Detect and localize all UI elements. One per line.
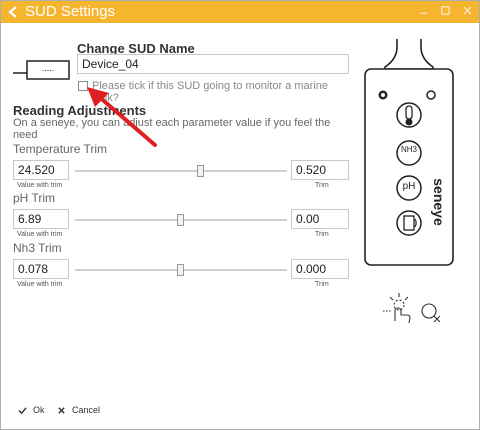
touch-reset-icon — [379, 291, 443, 325]
temperature-value-caption: Value with trim — [17, 182, 63, 189]
seneye-device-illustration: NH3 pH seneye — [363, 37, 455, 267]
temperature-trim-caption: Trim — [315, 182, 329, 189]
minimize-icon[interactable] — [417, 4, 429, 16]
ok-button[interactable]: Ok — [18, 405, 45, 415]
nh3-trim-caption: Trim — [315, 281, 329, 288]
nh3-value-caption: Value with trim — [17, 281, 63, 288]
nh3-slider-thumb[interactable] — [177, 264, 184, 276]
ph-value-caption: Value with trim — [17, 231, 63, 238]
window-controls — [417, 4, 473, 16]
ph-trim-label: pH Trim — [13, 191, 55, 205]
checkmark-icon — [18, 406, 27, 414]
connector-dots: ..... — [41, 63, 55, 73]
chevron-left-icon — [8, 6, 17, 18]
ok-label: Ok — [33, 405, 45, 415]
ph-trim-input[interactable] — [291, 209, 349, 229]
back-button[interactable] — [5, 4, 21, 20]
nh3-icon: NH3 — [400, 145, 417, 154]
maximize-icon[interactable] — [439, 4, 451, 16]
close-icon[interactable] — [461, 4, 473, 16]
ph-value-input[interactable] — [13, 209, 69, 229]
nh3-trim-label: Nh3 Trim — [13, 241, 62, 255]
window-title: SUD Settings — [25, 3, 116, 20]
temperature-slider-track[interactable] — [75, 170, 287, 172]
temperature-value-input[interactable] — [13, 160, 69, 180]
temperature-slider-thumb[interactable] — [197, 165, 204, 177]
sud-settings-window: SUD Settings ..... Change SUD Name Pleas… — [0, 0, 480, 430]
sud-connector-icon: ..... — [13, 51, 71, 81]
ph-trim-caption: Trim — [315, 231, 329, 238]
nh3-value-input[interactable] — [13, 259, 69, 279]
x-icon — [58, 406, 65, 414]
sud-name-input[interactable] — [77, 54, 349, 74]
temperature-trim-input[interactable] — [291, 160, 349, 180]
ph-icon: pH — [402, 181, 416, 192]
brand-label-wrap: seneye — [429, 172, 447, 232]
red-arrow-annotation — [83, 83, 163, 153]
title-bar: SUD Settings — [1, 1, 479, 23]
cancel-label: Cancel — [72, 405, 101, 415]
ph-slider-thumb[interactable] — [177, 214, 184, 226]
reading-adjustments-description: On a seneye, you can adjust each paramet… — [13, 117, 331, 141]
nh3-trim-input[interactable] — [291, 259, 349, 279]
cancel-button[interactable]: Cancel — [57, 405, 100, 415]
seneye-brand-label: seneye — [431, 178, 447, 226]
